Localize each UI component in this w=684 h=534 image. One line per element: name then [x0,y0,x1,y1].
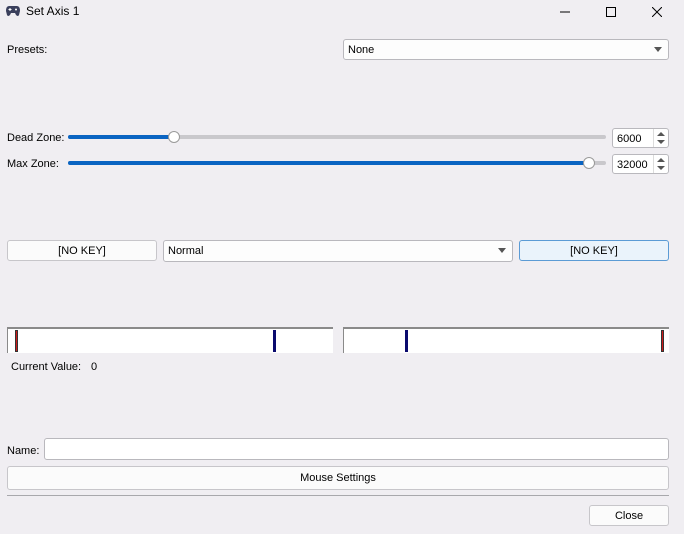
close-icon [652,7,662,17]
gamepad-icon [6,6,20,16]
separator [7,495,669,496]
mouse-settings-button[interactable]: Mouse Settings [7,466,669,490]
axis-deadzone-marker [405,330,408,352]
maximize-icon [606,7,616,17]
max-zone-spin-buttons[interactable] [653,155,668,173]
chevron-down-icon [654,47,662,52]
chevron-down-icon [498,248,506,253]
spin-up-icon[interactable] [657,132,665,136]
minimize-button[interactable] [542,0,588,24]
current-value-label: Current Value: [11,361,82,373]
dead-zone-slider-handle[interactable] [168,131,180,143]
throttle-mode-dropdown[interactable]: Normal [163,240,513,262]
presets-selected-value: None [348,44,375,56]
throttle-mode-selected-value: Normal [168,245,204,257]
name-label: Name: [7,445,40,457]
dead-zone-spin-buttons[interactable] [653,129,668,147]
minimize-icon [560,11,570,13]
current-value: 0 [91,361,98,373]
presets-label: Presets: [7,44,48,56]
negative-key-button[interactable]: [NO KEY] [7,240,157,261]
close-button[interactable]: Close [589,505,669,526]
spin-up-icon[interactable] [657,158,665,162]
maximize-button[interactable] [588,0,634,24]
title-bar: Set Axis 1 [0,0,684,24]
max-zone-slider-handle[interactable] [583,157,595,169]
max-zone-value: 32000 [617,159,648,171]
axis-deadzone-marker [273,330,276,352]
max-zone-slider-fill [68,161,589,165]
window-title: Set Axis 1 [26,4,80,18]
spin-down-icon[interactable] [657,166,665,170]
positive-key-button[interactable]: [NO KEY] [519,240,669,261]
max-zone-slider[interactable] [68,156,606,170]
spin-down-icon[interactable] [657,140,665,144]
dead-zone-slider[interactable] [68,130,606,144]
dead-zone-value: 6000 [617,133,642,145]
axis-current-marker [15,330,18,352]
dead-zone-slider-fill [68,135,174,139]
dead-zone-label: Dead Zone: [7,132,65,144]
axis-max-marker [661,330,664,352]
max-zone-spinbox[interactable]: 32000 [612,154,669,174]
dead-zone-spinbox[interactable]: 6000 [612,128,669,148]
close-window-button[interactable] [634,0,680,24]
negative-axis-bar [7,327,333,353]
name-input[interactable] [44,438,669,460]
positive-axis-bar [343,327,669,353]
max-zone-label: Max Zone: [7,158,59,170]
presets-dropdown[interactable]: None [343,39,669,60]
